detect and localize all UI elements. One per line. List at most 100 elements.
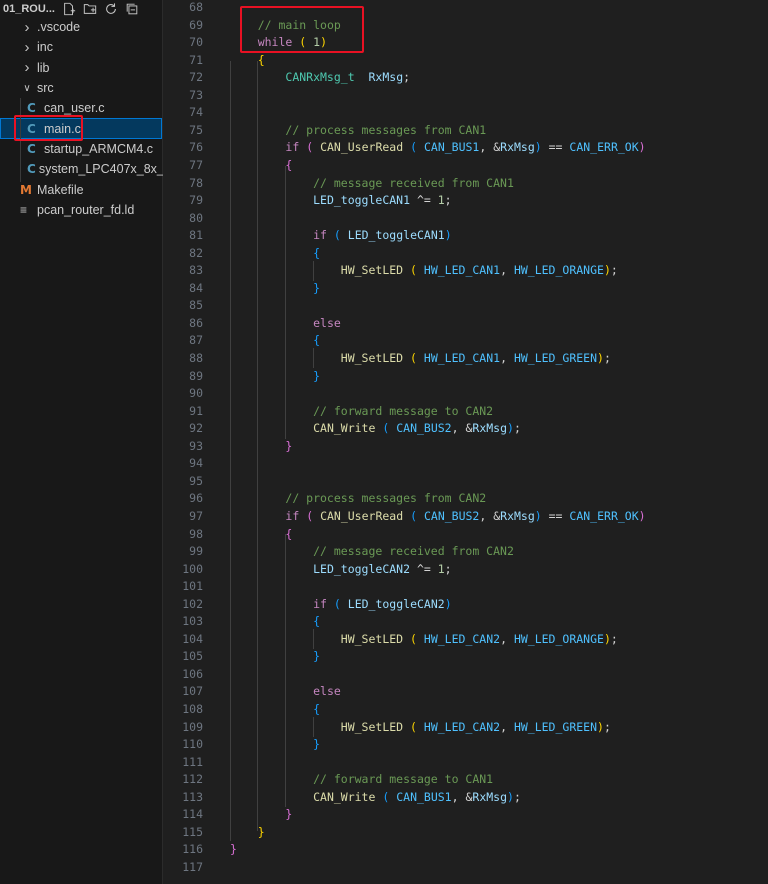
code-token: ) xyxy=(603,631,611,646)
line-code: else xyxy=(230,682,341,700)
line-code: } xyxy=(230,735,320,753)
code-token: LED_toggleCAN1 xyxy=(347,228,445,243)
code-token: } xyxy=(313,737,321,752)
code-token: else xyxy=(313,684,341,699)
line-code: } xyxy=(230,823,265,841)
code-line: 111 xyxy=(163,753,768,771)
tree-file[interactable]: ≡ pcan_router_fd.ld xyxy=(0,200,162,220)
code-line: 116} xyxy=(163,840,768,858)
code-line: 107 else xyxy=(163,682,768,700)
code-line: 71 { xyxy=(163,51,768,69)
code-token: // process messages from CAN2 xyxy=(285,491,487,506)
line-number: 100 xyxy=(182,561,203,576)
tree-folder[interactable]: › inc xyxy=(0,37,162,57)
line-number: 86 xyxy=(189,315,203,330)
code-token: CAN_ERR_OK xyxy=(569,508,639,523)
line-number: 80 xyxy=(189,210,203,225)
code-token: ^= xyxy=(410,193,438,208)
line-number: 109 xyxy=(182,719,203,734)
tree-item-label: Makefile xyxy=(37,182,84,197)
code-token: RxMsg xyxy=(500,508,535,523)
line-code: CAN_Write ( CAN_BUS1, &RxMsg); xyxy=(230,788,521,806)
code-token: { xyxy=(313,245,321,260)
tree-folder[interactable]: › lib xyxy=(0,58,162,78)
line-number: 81 xyxy=(189,228,203,243)
line-code: HW_SetLED ( HW_LED_CAN2, HW_LED_GREEN); xyxy=(230,718,611,736)
highlight-main-loop xyxy=(240,6,364,53)
code-line: 98 { xyxy=(163,525,768,543)
code-line: 87 { xyxy=(163,331,768,349)
code-token: ) xyxy=(444,228,452,243)
code-token: HW_SetLED xyxy=(340,351,404,365)
code-line: 94 xyxy=(163,454,768,472)
code-line: 80 xyxy=(163,209,768,227)
code-token: CAN_ERR_OK xyxy=(569,140,639,155)
new-folder-icon[interactable] xyxy=(83,2,97,16)
code-token: ; xyxy=(610,631,618,646)
refresh-icon[interactable] xyxy=(104,2,118,16)
line-code: } xyxy=(230,647,320,665)
new-file-icon[interactable] xyxy=(62,2,76,16)
collapse-all-icon[interactable] xyxy=(125,2,139,16)
line-number: 68 xyxy=(189,0,203,14)
code-token: { xyxy=(257,52,265,67)
code-token: , xyxy=(500,719,514,734)
code-token: if xyxy=(285,140,300,155)
code-line: 110 } xyxy=(163,735,768,753)
line-code: } xyxy=(230,279,320,297)
code-line: 84 } xyxy=(163,279,768,297)
line-code: else xyxy=(230,314,341,332)
code-line: 99 // message received from CAN2 xyxy=(163,542,768,560)
line-number: 75 xyxy=(189,122,203,137)
line-number: 82 xyxy=(189,245,203,260)
line-number: 87 xyxy=(189,333,203,348)
workspace-title[interactable]: 01_ROU... xyxy=(3,3,55,15)
line-code: // forward message to CAN1 xyxy=(230,770,493,788)
tree-file[interactable]: Cstartup_ARMCM4.c xyxy=(0,139,162,159)
line-number: 103 xyxy=(182,614,203,629)
code-editor[interactable]: 68 69 // main loop 70 while ( 1) 71 {72 CAN… xyxy=(163,0,768,884)
line-number: 104 xyxy=(182,631,203,646)
tree-item-label: inc xyxy=(37,40,53,55)
code-line: 86 else xyxy=(163,314,768,332)
tree-folder[interactable]: › .vscode xyxy=(0,17,162,37)
tree-item-label: src xyxy=(37,81,54,96)
code-token: HW_LED_CAN1 xyxy=(423,263,501,278)
tree-folder[interactable]: ∨ src xyxy=(0,78,162,98)
code-token: ( xyxy=(410,719,417,734)
code-line: 101 xyxy=(163,577,768,595)
line-number: 115 xyxy=(182,824,203,839)
line-number: 98 xyxy=(189,526,203,541)
code-token: ( xyxy=(410,508,418,523)
code-token: ) xyxy=(597,719,604,734)
tree-file[interactable]: M Makefile xyxy=(0,179,162,199)
code-token: CAN_Write xyxy=(313,421,376,436)
tree-file[interactable]: Csystem_LPC407x_8x_... xyxy=(0,159,174,179)
code-line: 114 } xyxy=(163,805,768,823)
line-code: HW_SetLED ( HW_LED_CAN1, HW_LED_GREEN); xyxy=(230,349,611,367)
line-number: 85 xyxy=(189,298,203,313)
code-token: ) xyxy=(534,140,542,155)
code-token: HW_LED_GREEN xyxy=(513,719,598,734)
code-token: HW_LED_CAN2 xyxy=(423,631,501,646)
code-line: 92 CAN_Write ( CAN_BUS2, &RxMsg); xyxy=(163,419,768,437)
line-number: 74 xyxy=(189,105,203,120)
code-token: ( xyxy=(333,228,341,243)
line-code: // message received from CAN2 xyxy=(230,542,514,560)
code-line: 95 xyxy=(163,472,768,490)
line-number: 72 xyxy=(189,70,203,85)
linker-file-icon: ≡ xyxy=(20,202,28,217)
line-number: 101 xyxy=(182,579,203,594)
code-token: CAN_BUS1 xyxy=(396,789,452,804)
code-token: } xyxy=(313,368,321,383)
